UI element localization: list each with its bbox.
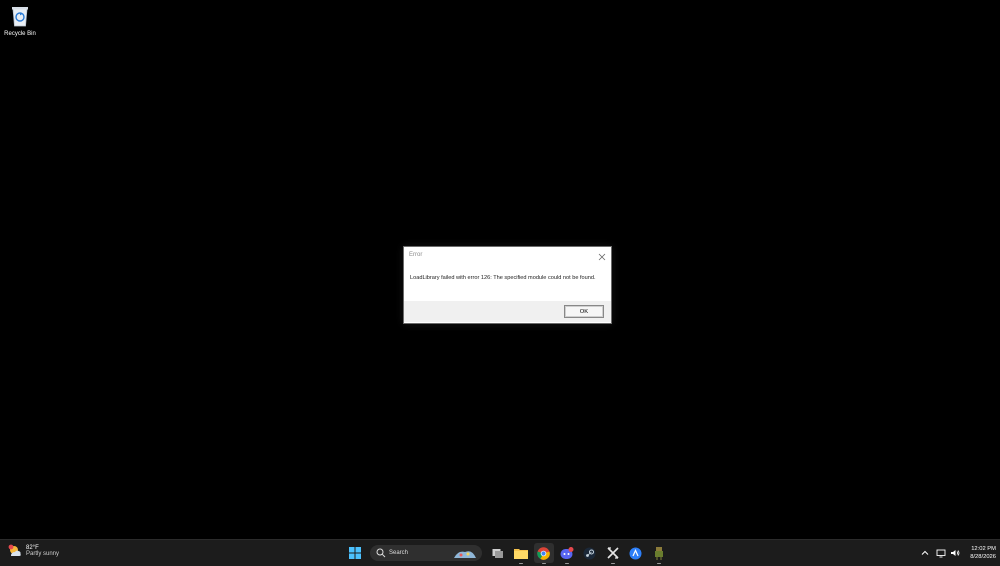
clock-date: 8/28/2026	[970, 554, 996, 560]
xbox-app-button[interactable]	[603, 543, 623, 564]
xbox-app-icon	[606, 547, 619, 559]
taskbar: 82°F Partly sunny Search 12:02 PM 8/28/2…	[0, 539, 1000, 566]
running-indicator	[518, 562, 523, 564]
weather-widget[interactable]: 82°F Partly sunny	[8, 544, 59, 558]
ok-button[interactable]: OK	[564, 305, 604, 318]
dialog-message: LoadLibrary failed with error 126: The s…	[410, 275, 596, 281]
taskbar-search[interactable]: Search	[370, 545, 482, 561]
windows-start-icon	[348, 547, 361, 559]
start-button[interactable]	[345, 543, 365, 563]
chrome-button[interactable]	[533, 543, 554, 564]
discord-button[interactable]	[557, 543, 577, 564]
file-explorer-icon	[513, 549, 528, 559]
running-indicator	[610, 562, 615, 564]
system-tray: 12:02 PM 8/28/2026	[920, 540, 1000, 566]
chevron-up-icon[interactable]	[920, 548, 930, 558]
search-icon	[376, 548, 386, 558]
dialog-body: LoadLibrary failed with error 126: The s…	[404, 263, 611, 301]
game-icon	[654, 547, 663, 560]
error-dialog: Error LoadLibrary failed with error 126:…	[403, 246, 612, 324]
dialog-footer: OK	[404, 301, 611, 322]
recycle-bin-icon	[9, 4, 31, 28]
running-indicator	[541, 562, 546, 564]
weather-desc: Partly sunny	[26, 551, 60, 557]
running-indicator	[656, 562, 661, 564]
discord-icon	[560, 546, 573, 559]
display-icon[interactable]	[936, 548, 946, 558]
steam-button[interactable]	[580, 543, 600, 563]
chrome-icon	[537, 546, 550, 560]
running-indicator	[564, 562, 569, 564]
dialog-title: Error	[409, 252, 423, 258]
clock[interactable]: 12:02 PM 8/28/2026	[970, 545, 996, 561]
task-view-button[interactable]	[488, 543, 508, 563]
steam-icon	[583, 547, 596, 559]
task-view-icon	[492, 548, 503, 558]
close-icon[interactable]	[597, 249, 607, 261]
recycle-bin-label: Recycle Bin	[4, 31, 36, 37]
app-button[interactable]	[626, 543, 646, 563]
game-button[interactable]	[649, 543, 669, 564]
desktop-icon-recycle-bin[interactable]: Recycle Bin	[2, 4, 38, 37]
search-label: Search	[389, 550, 409, 556]
clock-time: 12:02 PM	[971, 546, 996, 552]
partly-sunny-icon	[8, 544, 22, 558]
dialog-titlebar[interactable]: Error	[404, 247, 611, 263]
volume-icon[interactable]	[950, 548, 960, 558]
search-highlight-icon	[454, 551, 476, 558]
taskbar-apps: Search	[343, 543, 670, 564]
app-icon	[629, 547, 642, 559]
file-explorer-button[interactable]	[511, 543, 531, 564]
